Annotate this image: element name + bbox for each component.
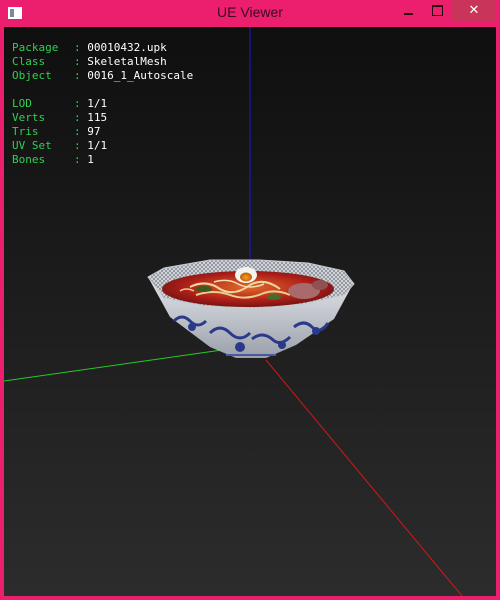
mesh-info-overlay: Package: 00010432.upk Class : SkeletalMe…	[12, 41, 193, 167]
title-bar[interactable]: UE Viewer ✕	[0, 0, 500, 26]
info-row-package: Package: 00010432.upk	[12, 41, 167, 54]
info-row-lod: LOD : 1/1	[12, 97, 108, 110]
minimize-button[interactable]	[396, 0, 422, 22]
info-row-verts: Verts : 115	[12, 111, 108, 124]
close-button[interactable]: ✕	[452, 0, 496, 22]
info-row-tris: Tris : 97	[12, 125, 101, 138]
3d-viewport[interactable]: Package: 00010432.upk Class : SkeletalMe…	[4, 27, 496, 596]
info-row-object: Object : 0016_1_Autoscale	[12, 69, 194, 82]
y-axis-line	[4, 345, 251, 382]
close-icon: ✕	[468, 3, 480, 18]
minimize-icon	[404, 13, 413, 15]
info-row-class: Class : SkeletalMesh	[12, 55, 167, 68]
info-row-uvset: UV Set : 1/1	[12, 139, 108, 152]
x-axis-line	[265, 359, 463, 596]
ramen-bowl-mesh	[147, 259, 355, 358]
app-window: UE Viewer ✕ Package: 00010432.upk Class…	[0, 0, 500, 600]
maximize-button[interactable]	[424, 0, 450, 22]
info-row-bones: Bones : 1	[12, 153, 94, 166]
maximize-icon	[432, 5, 443, 16]
